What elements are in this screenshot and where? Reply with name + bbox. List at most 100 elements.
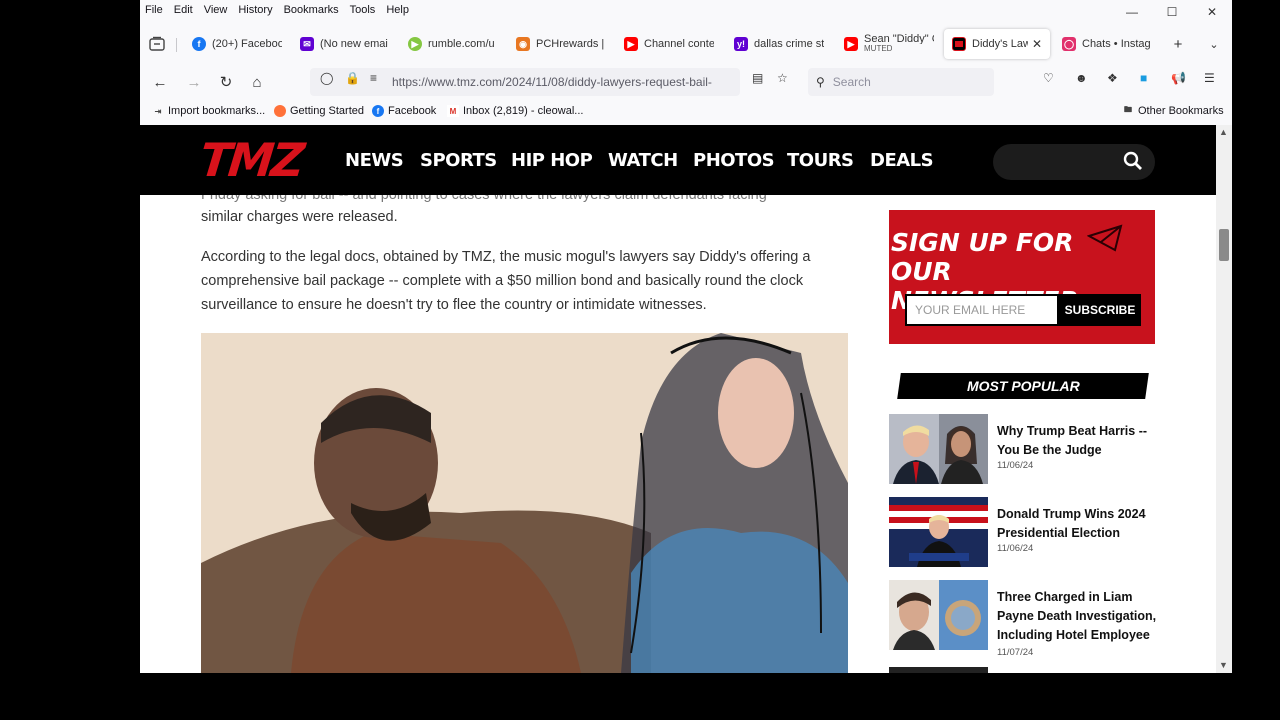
search-icon[interactable]: [1123, 151, 1143, 171]
popular-thumbnail[interactable]: [889, 497, 988, 567]
scroll-up-icon[interactable]: ▲: [1219, 127, 1228, 137]
tab-youtube-channel[interactable]: ▶ Channel conte: [616, 29, 714, 59]
tab-title: rumble.com/u: [428, 38, 495, 50]
nav-news[interactable]: NEWS: [345, 150, 404, 171]
tmz-icon: [952, 37, 966, 51]
browser-window: File Edit View History Bookmarks Tools H…: [140, 0, 1232, 673]
tab-instagram[interactable]: ◯ Chats • Instag: [1054, 29, 1152, 59]
nav-tours[interactable]: TOURS: [787, 150, 854, 171]
tab-rumble[interactable]: ▶ rumble.com/u: [400, 29, 498, 59]
home-icon[interactable]: ⌂: [247, 72, 267, 92]
site-search[interactable]: [993, 144, 1155, 180]
lock-icon[interactable]: 🔒: [345, 71, 360, 85]
popular-thumbnail[interactable]: [889, 667, 988, 673]
court-sketch-drawing: [201, 333, 848, 673]
newsletter-signup: SIGN UP FOR OUR NEWSLETTER YOUR EMAIL HE…: [889, 210, 1155, 344]
menu-view[interactable]: View: [204, 4, 228, 16]
extension-badge-icon[interactable]: ■: [1140, 71, 1147, 85]
page-viewport: Friday asking for bail -- and pointing t…: [140, 125, 1232, 673]
court-sketch-image[interactable]: [201, 333, 848, 673]
newsletter-email-input[interactable]: YOUR EMAIL HERE: [905, 294, 1059, 326]
bookmark-import[interactable]: ⇥ Import bookmarks...: [152, 105, 266, 117]
bookmark-label: Import bookmarks...: [168, 105, 266, 117]
tab-title: Chats • Instag: [1082, 38, 1151, 50]
bookmark-star-icon[interactable]: ☆: [777, 71, 788, 85]
popular-title[interactable]: Donald Trump Wins 2024 Presidential Elec…: [997, 505, 1162, 543]
list-all-tabs-icon[interactable]: ⌄: [1204, 34, 1224, 54]
menu-edit[interactable]: Edit: [174, 4, 193, 16]
popular-item[interactable]: Why Trump Beat Harris -- You Be the Judg…: [889, 414, 1159, 486]
folder-icon: 🖿: [1124, 105, 1132, 114]
pch-icon: ◉: [516, 37, 530, 51]
reload-icon[interactable]: ↻: [216, 72, 236, 92]
account-icon[interactable]: ☻: [1075, 71, 1088, 85]
tab-youtube-diddy[interactable]: ▶ Sean "Diddy" C MUTED: [836, 29, 934, 59]
minimize-icon[interactable]: —: [1112, 0, 1152, 24]
envelope-icon: [1087, 224, 1123, 252]
reader-view-icon[interactable]: ▤: [752, 71, 763, 85]
tracking-shield-icon[interactable]: ◯: [320, 71, 333, 85]
nav-photos[interactable]: PHOTOS: [693, 150, 775, 171]
close-tab-icon[interactable]: ✕: [1032, 37, 1042, 51]
nav-sports[interactable]: SPORTS: [420, 150, 497, 171]
tab-yahoo-mail[interactable]: ✉ (No new emai: [292, 29, 390, 59]
popular-thumbnail[interactable]: [889, 580, 988, 650]
firefox-view-icon[interactable]: [148, 36, 166, 52]
bookmark-getting-started[interactable]: Getting Started: [274, 105, 364, 117]
popular-thumbnail[interactable]: [889, 414, 988, 484]
back-icon[interactable]: ←: [150, 72, 170, 92]
gmail-icon: M: [447, 105, 459, 117]
pocket-icon[interactable]: ♡: [1043, 71, 1054, 85]
maximize-icon[interactable]: ☐: [1152, 0, 1192, 24]
forward-icon[interactable]: →: [184, 72, 204, 92]
app-menu-icon[interactable]: ☰: [1204, 71, 1215, 85]
popular-item[interactable]: [889, 667, 1159, 673]
most-popular-label: MOST POPULAR: [966, 378, 1080, 394]
extensions-icon[interactable]: ❖: [1107, 71, 1118, 85]
tab-pch[interactable]: ◉ PCHrewards |: [508, 29, 606, 59]
bookmark-label: Facebook: [388, 105, 437, 117]
nav-hip-hop[interactable]: HIP HOP: [511, 150, 593, 171]
liam-payne-photo: [889, 580, 988, 650]
new-tab-icon[interactable]: +: [1168, 34, 1188, 54]
popular-date: 11/06/24: [997, 460, 1034, 471]
bookmark-label: Getting Started: [290, 105, 364, 117]
nav-deals[interactable]: DEALS: [870, 150, 934, 171]
bookmark-facebook[interactable]: f Facebook: [372, 105, 436, 117]
nav-watch[interactable]: WATCH: [608, 150, 678, 171]
page-scrollbar[interactable]: ▲ ▼: [1216, 125, 1232, 673]
other-bookmarks[interactable]: 🖿 Other Bookmarks: [1122, 105, 1224, 117]
tab-facebook[interactable]: f (20+) Faceboo: [184, 29, 282, 59]
close-icon[interactable]: ✕: [1192, 0, 1232, 24]
megaphone-icon[interactable]: 📢: [1171, 71, 1186, 85]
permissions-icon[interactable]: ≡: [370, 71, 377, 85]
bookmark-gmail[interactable]: M Inbox (2,819) - cleowal...: [447, 105, 583, 117]
menu-tools[interactable]: Tools: [350, 4, 376, 16]
tab-yahoo-search[interactable]: y! dallas crime st: [726, 29, 824, 59]
scroll-down-icon[interactable]: ▼: [1219, 660, 1228, 670]
article-paragraph-1-end: similar charges were released.: [201, 209, 398, 225]
menu-bar: File Edit View History Bookmarks Tools H…: [140, 0, 1232, 20]
popular-item[interactable]: Donald Trump Wins 2024 Presidential Elec…: [889, 497, 1159, 569]
scrollbar-thumb[interactable]: [1219, 229, 1229, 261]
import-icon: ⇥: [154, 106, 162, 116]
search-icon: ⚲: [816, 75, 825, 89]
menu-history[interactable]: History: [238, 4, 272, 16]
tab-title: PCHrewards |: [536, 38, 605, 50]
facebook-icon: f: [372, 105, 384, 117]
yahoo-icon: y!: [734, 37, 748, 51]
menu-file[interactable]: File: [145, 4, 163, 16]
popular-title[interactable]: Three Charged in Liam Payne Death Invest…: [997, 588, 1162, 645]
popular-item[interactable]: Three Charged in Liam Payne Death Invest…: [889, 580, 1159, 660]
popular-title[interactable]: Why Trump Beat Harris -- You Be the Judg…: [997, 422, 1162, 460]
tmz-logo[interactable]: TMZ: [197, 133, 304, 187]
mail-icon: ✉: [300, 37, 314, 51]
search-bar[interactable]: ⚲ Search: [808, 68, 994, 96]
menu-help[interactable]: Help: [386, 4, 409, 16]
email-placeholder: YOUR EMAIL HERE: [915, 303, 1026, 317]
url-text[interactable]: https://www.tmz.com/2024/11/08/diddy-law…: [392, 75, 712, 89]
menu-bookmarks[interactable]: Bookmarks: [284, 4, 339, 16]
tab-tmz-active[interactable]: Diddy's Law ✕: [944, 29, 1050, 59]
subscribe-button[interactable]: SUBSCRIBE: [1059, 294, 1141, 326]
trump-victory-photo: [889, 497, 988, 567]
